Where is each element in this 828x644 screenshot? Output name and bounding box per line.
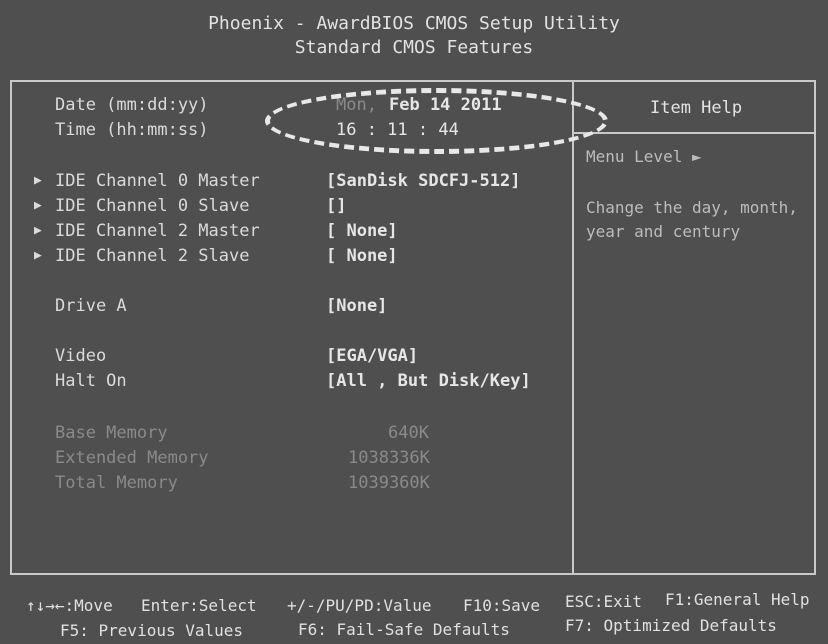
panel-divider: [572, 82, 574, 573]
app-title: Phoenix - AwardBIOS CMOS Setup Utility: [208, 13, 620, 34]
total-memory-label: Total Memory: [55, 473, 178, 493]
ide0-master-value[interactable]: [SanDisk SDCFJ-512]: [326, 170, 520, 192]
hint-value: +/-/PU/PD:Value: [287, 596, 432, 615]
hint-previous-values: F5: Previous Values: [60, 621, 244, 640]
video-value[interactable]: [EGA/VGA]: [326, 345, 418, 367]
ide2-slave-value[interactable]: [ None]: [326, 245, 398, 267]
bios-screen: Phoenix - AwardBIOS CMOS Setup Utility S…: [0, 0, 828, 644]
triangle-right-icon: ▶: [34, 223, 42, 238]
extended-memory-label: Extended Memory: [55, 448, 209, 468]
triangle-right-icon: ▶: [34, 198, 42, 213]
hint-optimized: F7: Optimized Defaults: [565, 616, 777, 635]
ide2-master-value[interactable]: [ None]: [326, 220, 398, 242]
highlight-circle: [265, 88, 608, 154]
hint-general-help: F1:General Help: [665, 590, 810, 609]
halt-on-value[interactable]: [All , But Disk/Key]: [326, 370, 531, 392]
hint-save: F10:Save: [463, 596, 541, 615]
base-memory-value: 640K: [388, 423, 429, 443]
item-help-title: Item Help: [650, 98, 743, 118]
ide0-slave-label[interactable]: IDE Channel 0 Slave: [55, 195, 249, 217]
drive-a-label: Drive A: [55, 296, 127, 316]
help-line-2: year and century: [586, 222, 741, 241]
drive-a-value[interactable]: [None]: [326, 295, 387, 317]
help-separator: [574, 132, 816, 134]
bios-header: Phoenix - AwardBIOS CMOS Setup Utility S…: [0, 12, 828, 72]
ide0-slave-value[interactable]: []: [326, 195, 346, 217]
ide2-slave-label[interactable]: IDE Channel 2 Slave: [55, 245, 249, 267]
total-memory-value: 1039360K: [348, 473, 430, 493]
hint-enter: Enter:Select: [141, 596, 257, 615]
time-label: Time (hh:mm:ss): [55, 120, 209, 140]
hint-exit: ESC:Exit: [565, 592, 643, 611]
help-line-1: Change the day, month,: [586, 198, 798, 217]
date-label: Date (mm:dd:yy): [55, 95, 209, 115]
video-label: Video: [55, 346, 107, 366]
halt-on-label: Halt On: [55, 371, 127, 391]
triangle-right-icon: ▶: [34, 248, 42, 263]
page-title: Standard CMOS Features: [294, 37, 534, 58]
hint-fail-safe: F6: Fail-Safe Defaults: [298, 620, 510, 639]
base-memory-label: Base Memory: [55, 423, 168, 443]
ide0-master-label[interactable]: IDE Channel 0 Master: [55, 170, 260, 192]
menu-level: Menu Level ►: [586, 147, 702, 166]
triangle-right-icon: ▶: [34, 173, 42, 188]
extended-memory-value: 1038336K: [348, 448, 430, 468]
ide2-master-label[interactable]: IDE Channel 2 Master: [55, 220, 260, 242]
hint-move: ↑↓→←:Move: [26, 596, 113, 615]
